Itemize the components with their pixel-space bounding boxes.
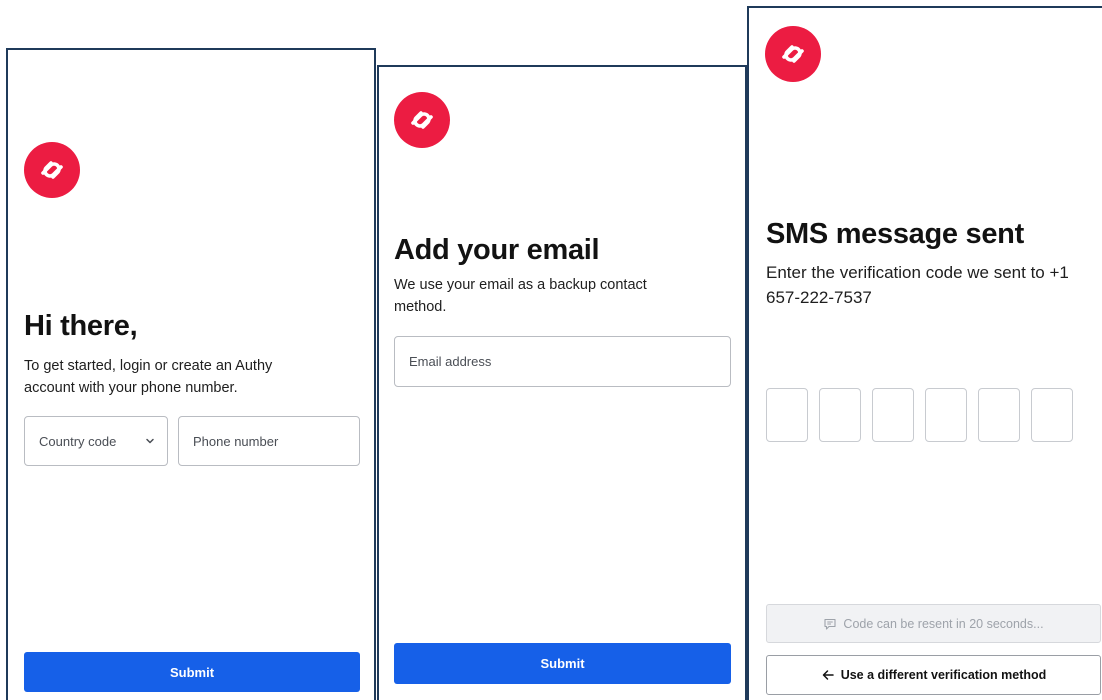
code-digit-input[interactable] bbox=[978, 388, 1020, 442]
message-icon bbox=[823, 617, 837, 631]
code-digit-input[interactable] bbox=[766, 388, 808, 442]
authy-logo-icon bbox=[24, 142, 80, 198]
resend-code-button[interactable]: Code can be resent in 20 seconds... bbox=[766, 604, 1101, 643]
authy-logo-icon bbox=[765, 26, 821, 82]
country-code-placeholder: Country code bbox=[39, 433, 117, 449]
submit-button[interactable]: Submit bbox=[24, 652, 360, 692]
signup-screen: Hi there, To get started, login or creat… bbox=[6, 48, 376, 700]
code-digit-input[interactable] bbox=[872, 388, 914, 442]
page-title: Hi there, bbox=[24, 310, 138, 342]
page-description: We use your email as a backup contact me… bbox=[394, 277, 647, 315]
code-digit-input[interactable] bbox=[819, 388, 861, 442]
phone-number-input[interactable]: Phone number bbox=[178, 416, 360, 466]
resend-code-label: Code can be resent in 20 seconds... bbox=[843, 616, 1044, 631]
arrow-left-icon bbox=[821, 668, 835, 682]
country-code-select[interactable]: Country code bbox=[24, 416, 168, 466]
use-different-method-button[interactable]: Use a different verification method bbox=[766, 655, 1101, 695]
code-digit-input[interactable] bbox=[1031, 388, 1073, 442]
submit-button[interactable]: Submit bbox=[394, 643, 731, 684]
page-title: SMS message sent bbox=[766, 218, 1024, 250]
sms-verification-screen: SMS message sent Enter the verification … bbox=[747, 6, 1102, 700]
use-different-method-label: Use a different verification method bbox=[840, 668, 1047, 682]
code-digit-input[interactable] bbox=[925, 388, 967, 442]
page-description: Enter the verification code we sent to +… bbox=[766, 263, 1069, 307]
email-placeholder: Email address bbox=[409, 354, 492, 369]
email-input[interactable]: Email address bbox=[394, 336, 731, 387]
chevron-down-icon bbox=[145, 436, 155, 446]
page-title: Add your email bbox=[394, 234, 600, 266]
page-description: To get started, login or create an Authy… bbox=[24, 358, 273, 396]
authy-logo-icon bbox=[394, 92, 450, 148]
phone-number-placeholder: Phone number bbox=[193, 433, 279, 449]
add-email-screen: Add your email We use your email as a ba… bbox=[377, 65, 747, 700]
